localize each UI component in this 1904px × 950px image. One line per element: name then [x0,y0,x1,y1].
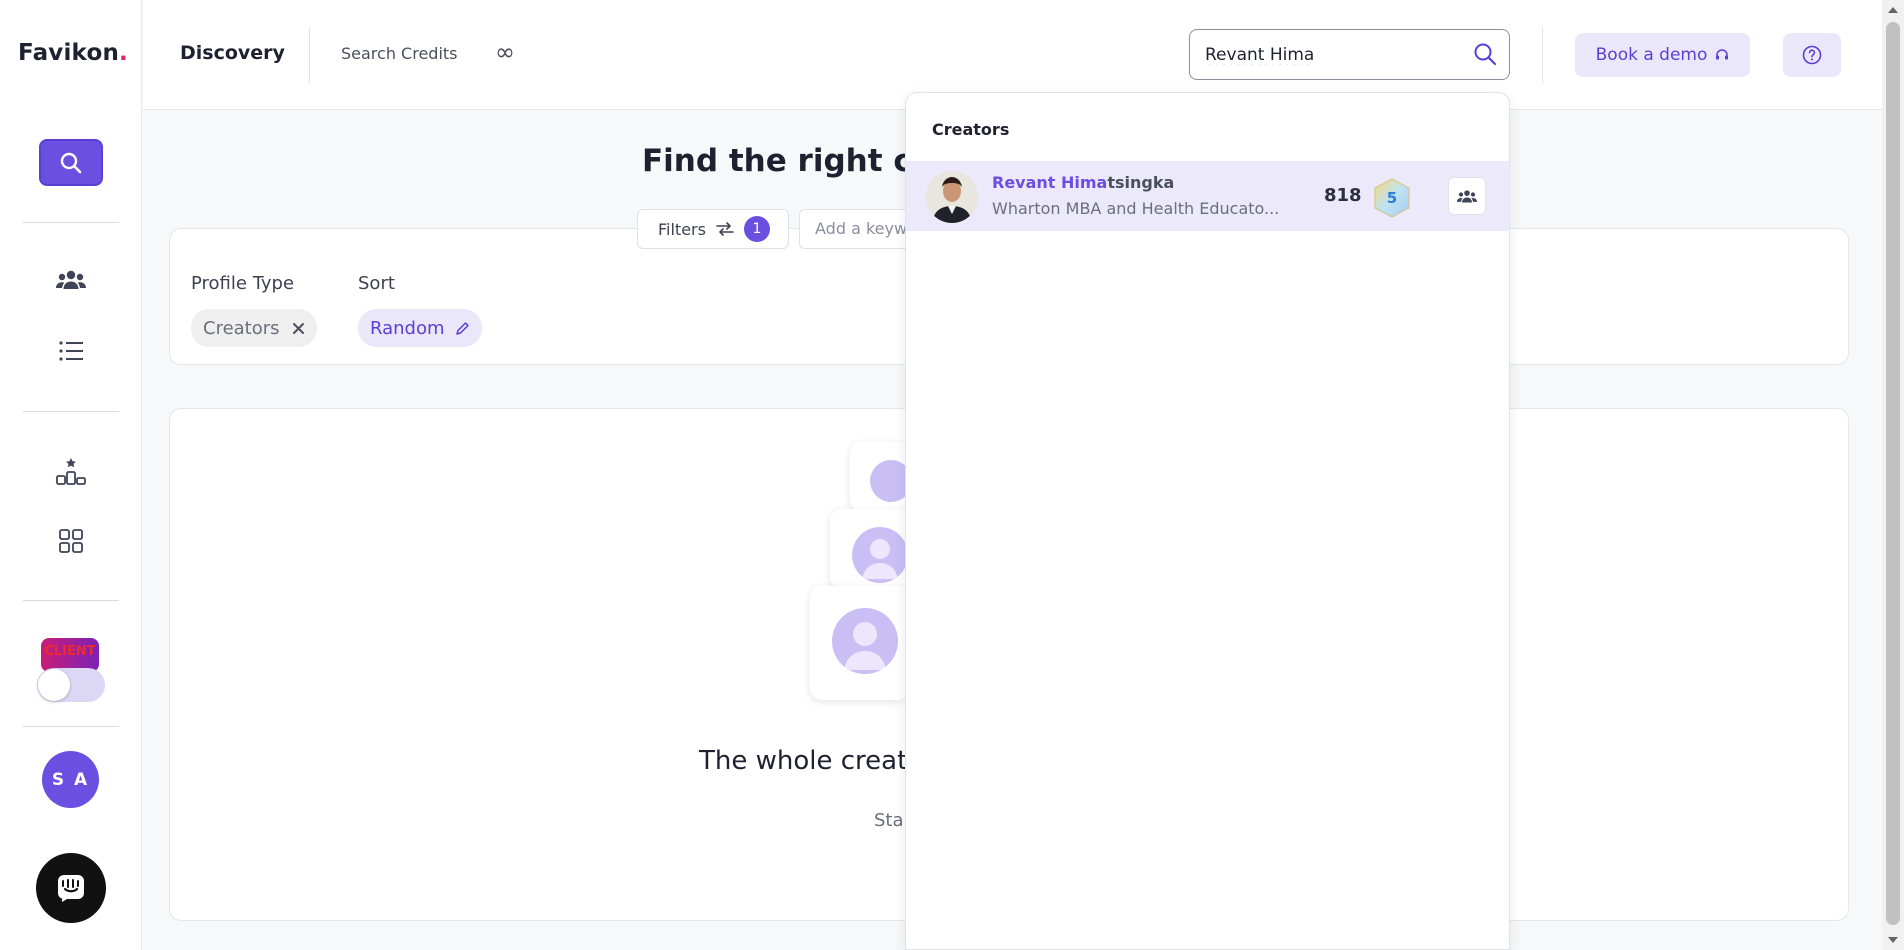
sidebar-divider [23,411,119,412]
header-divider [1542,27,1543,83]
empty-state-heading: The whole creat [699,746,908,776]
sidebar-divider [23,222,119,223]
search-credits-label: Search Credits [341,44,458,63]
toggle-knob [38,669,70,701]
help-icon [1802,45,1822,65]
creator-name: Revant Himatsingka [992,173,1174,192]
creator-level-badge: 5 [1371,177,1413,219]
search-icon [60,152,82,173]
sidebar-item-creators[interactable] [52,261,90,299]
search-result-item[interactable]: Revant Himatsingka Wharton MBA and Healt… [906,161,1509,231]
user-avatar[interactable]: S A [42,751,99,808]
search-results-dropdown: Creators Revant Himatsingka Wharton MBA … [905,92,1510,950]
search-icon[interactable] [1473,42,1497,66]
profile-type-chip[interactable]: Creators [191,309,317,347]
users-icon [56,270,86,289]
page-scrollbar[interactable] [1882,0,1904,950]
sidebar: Favikon. CLIENT S A [0,0,142,950]
profile-type-chip-label: Creators [203,317,280,339]
scroll-up-arrow-icon[interactable] [1888,7,1898,13]
pencil-icon [455,321,469,335]
sidebar-search-button[interactable] [39,139,103,186]
creator-name-match: Revant Hima [992,173,1108,192]
header-divider [309,27,310,83]
creator-score: 818 [1324,185,1362,206]
favikon-logo[interactable]: Favikon. [18,40,128,66]
logo-dot: . [119,40,128,66]
add-to-list-button[interactable] [1448,177,1486,215]
keyword-input[interactable]: Add a keyw [799,209,919,249]
sliders-icon [716,222,734,236]
client-mode-toggle[interactable] [37,668,105,702]
client-mode-badge: CLIENT [41,638,99,672]
placeholder-avatar-icon [852,527,908,583]
dropdown-section-heading: Creators [932,120,1010,139]
page-title: Discovery [180,42,285,64]
creator-description: Wharton MBA and Health Educato... [992,199,1280,218]
discovery-heading: Find the right cre [642,143,949,179]
book-demo-button[interactable]: Book a demo [1575,33,1750,77]
creator-name-rest: tsingka [1107,173,1175,192]
sidebar-item-dashboard[interactable] [52,522,90,560]
scroll-down-arrow-icon[interactable] [1888,937,1898,943]
headset-icon [1716,49,1729,60]
placeholder-avatar-icon [832,608,898,674]
sidebar-divider [23,600,119,601]
profile-type-label: Profile Type [191,273,295,294]
ranking-icon [56,458,86,485]
sidebar-divider [23,726,119,727]
placeholder-card [830,509,910,589]
creator-search-input[interactable] [1205,42,1455,68]
placeholder-card [850,442,912,512]
chat-icon [58,875,84,902]
book-demo-label: Book a demo [1595,45,1708,65]
filters-label: Filters [658,219,706,239]
sidebar-item-lists[interactable] [52,332,90,370]
filters-button[interactable]: Filters 1 [637,209,789,249]
close-icon[interactable] [292,322,305,335]
sort-chip[interactable]: Random [358,309,482,347]
creator-avatar [926,171,978,223]
grid-icon [59,529,83,553]
list-icon [59,341,83,361]
sort-label: Sort [358,273,395,294]
creator-level-value: 5 [1386,189,1398,207]
logo-text: Favikon [18,40,120,66]
scrollbar-thumb[interactable] [1886,22,1900,925]
help-button[interactable] [1783,33,1841,77]
search-credits-value: ∞ [495,38,515,66]
users-icon [1457,189,1477,202]
filters-count-badge: 1 [743,216,770,242]
empty-state-subtitle: Sta [874,810,904,831]
sidebar-item-rankings[interactable] [52,452,90,490]
sort-chip-label: Random [370,317,445,339]
placeholder-card [810,586,910,700]
creator-search-box[interactable] [1189,29,1510,80]
support-chat-button[interactable] [36,853,106,923]
